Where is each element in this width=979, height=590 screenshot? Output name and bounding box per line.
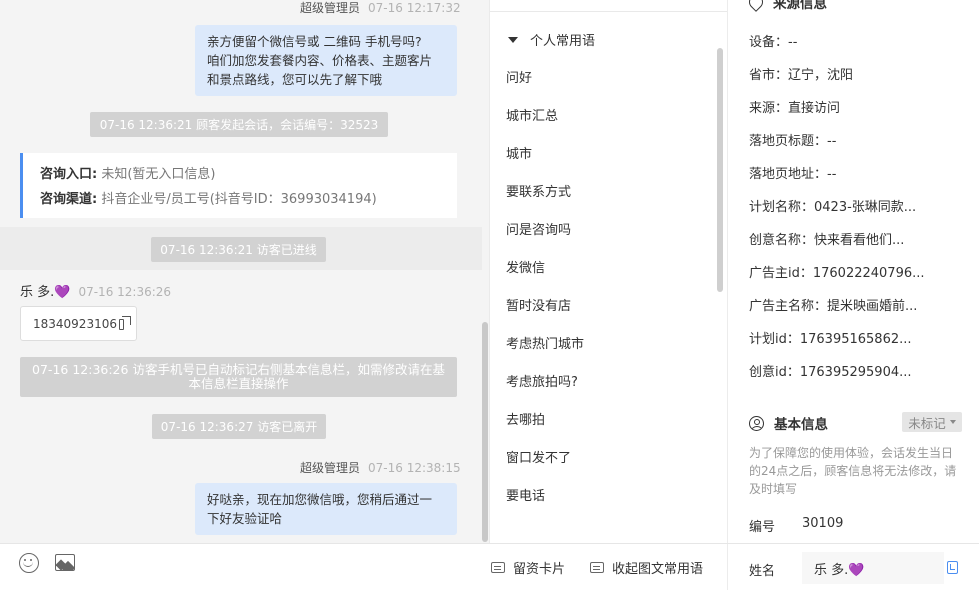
source-row: 广告主id：176022240796... <box>749 266 925 281</box>
phrase-item[interactable]: 问好 <box>506 67 532 86</box>
consult-channel: 咨询渠道: 抖音企业号/员工号(抖音号ID：36993034194) <box>40 192 377 207</box>
system-notice-band: 07-16 12:36:21 访客已进线 <box>0 227 482 270</box>
button-label: 留资卡片 <box>513 562 566 577</box>
phrase-item[interactable]: 暂时没有店 <box>506 295 571 314</box>
basic-info-header: 基本信息 <box>749 413 828 433</box>
image-icon[interactable] <box>55 554 75 571</box>
name-label: 姓名 <box>749 564 776 579</box>
source-row: 省市：辽宁，沈阳 <box>749 68 854 83</box>
phrase-item[interactable]: 考虑热门城市 <box>506 333 584 352</box>
column-divider <box>727 544 728 590</box>
copy-icon[interactable] <box>118 316 132 330</box>
phrase-item[interactable]: 发微信 <box>506 257 545 276</box>
user-icon <box>749 415 764 431</box>
phrases-panel: 个人常用语 问好 城市汇总 城市 要联系方式 问是咨询吗 发微信 暂时没有店 考… <box>489 0 729 543</box>
phrase-group-title: 个人常用语 <box>530 34 596 49</box>
visitor-name: 乐 多.💜 <box>20 285 71 300</box>
agent-message-bubble: 好哒亲，现在加您微信哦，您稍后通过一 下好友验证哈 <box>195 483 457 535</box>
source-row: 落地页地址：-- <box>749 167 837 182</box>
button-label: 收起图文常用语 <box>612 562 704 577</box>
source-row: 来源：直接访问 <box>749 101 841 116</box>
consult-info-card: 咨询入口: 未知(暂无入口信息) 咨询渠道: 抖音企业号/员工号(抖音号ID：3… <box>20 153 457 218</box>
system-notice: 07-16 12:36:21 访客已进线 <box>151 237 326 262</box>
phone-message-card[interactable]: 18340923106 <box>20 306 137 341</box>
customer-info-panel: 来源信息 设备：-- 省市：辽宁，沈阳 来源：直接访问 落地页标题：-- 落地页… <box>729 0 979 543</box>
notice-line: 本信息栏直接操作 <box>188 376 289 391</box>
message-line: 好哒亲，现在加您微信哦，您稍后通过一 <box>207 492 433 507</box>
phrase-item[interactable]: 要电话 <box>506 485 545 504</box>
system-notice: 07-16 12:36:27 访客已离开 <box>152 414 326 439</box>
name-field[interactable]: 乐 多.💜 <box>802 552 944 584</box>
source-row: 创意id：176395295904... <box>749 365 912 380</box>
phrases-scrollbar[interactable] <box>717 48 723 292</box>
sender-name: 超级管理员 <box>300 461 361 475</box>
edit-notice: 为了保障您的使用体验，会话发生当日的24点之后，顾客信息将无法修改，请及时填写 <box>749 446 957 496</box>
chat-panel: 超级管理员 07-16 12:17:32 亲方便留个微信号或 二维码 手机号吗? … <box>0 0 489 590</box>
source-row: 广告主名称：提米映画婚前... <box>749 299 918 314</box>
message-meta: 乐 多.💜 07-16 12:36:26 <box>20 281 171 300</box>
edit-icon[interactable] <box>947 561 958 574</box>
source-row: 设备：-- <box>749 35 798 50</box>
collapse-phrases-button[interactable]: 收起图文常用语 <box>590 558 703 577</box>
message-icon <box>590 562 604 573</box>
notice-line: 07-16 12:36:26 访客手机号已自动标记右侧基本信息栏，如需修改请在基 <box>32 362 445 377</box>
phrase-item[interactable]: 去哪拍 <box>506 409 545 428</box>
system-notice: 07-16 12:36:21 顾客发起会话，会话编号：32523 <box>90 112 388 137</box>
consult-entry: 咨询入口: 未知(暂无入口信息) <box>40 167 216 182</box>
column-divider <box>727 0 728 590</box>
visitor-phone: 18340923106 <box>33 316 117 331</box>
phrase-item[interactable]: 考虑旅拍吗? <box>506 371 578 390</box>
card-icon <box>491 562 505 573</box>
message-line: 下好友验证哈 <box>207 511 283 526</box>
phrase-group-header[interactable]: 个人常用语 <box>508 30 595 49</box>
source-row: 落地页标题：-- <box>749 134 837 149</box>
source-row: 计划名称：0423-张琳同款... <box>749 200 917 215</box>
chat-scrollbar[interactable] <box>482 322 488 542</box>
lead-card-button[interactable]: 留资卡片 <box>491 558 565 577</box>
phrase-item[interactable]: 问是咨询吗 <box>506 219 571 238</box>
source-info-header: 来源信息 <box>746 0 827 12</box>
id-value: 30109 <box>802 516 844 531</box>
divider <box>490 11 728 12</box>
tag-value: 未标记 <box>908 415 946 431</box>
section-title: 基本信息 <box>774 417 828 433</box>
message-time: 07-16 12:36:26 <box>78 285 172 299</box>
message-line: 咱们加您发套餐内容、价格表、主题客片 <box>207 53 433 68</box>
phrase-item[interactable]: 城市 <box>506 143 532 162</box>
phrase-item[interactable]: 城市汇总 <box>506 105 558 124</box>
chevron-down-icon <box>949 420 956 424</box>
caret-down-icon <box>508 36 518 43</box>
location-icon <box>746 0 766 12</box>
chat-message-list[interactable]: 超级管理员 07-16 12:17:32 亲方便留个微信号或 二维码 手机号吗? … <box>0 0 489 543</box>
message-time: 07-16 12:17:32 <box>368 1 461 15</box>
phrase-item[interactable]: 要联系方式 <box>506 181 571 200</box>
source-row: 计划id：176395165862... <box>749 332 912 347</box>
message-line: 和景点路线，您可以先了解下哦 <box>207 72 383 87</box>
message-meta: 超级管理员 07-16 12:38:15 <box>300 459 461 476</box>
name-value: 乐 多.💜 <box>814 562 865 578</box>
message-time: 07-16 12:38:15 <box>368 461 461 475</box>
system-notice-wide: 07-16 12:36:26 访客手机号已自动标记右侧基本信息栏，如需修改请在基… <box>20 357 457 397</box>
section-title: 来源信息 <box>773 0 827 12</box>
message-line: 亲方便留个微信号或 二维码 手机号吗? <box>207 34 422 49</box>
agent-message-bubble: 亲方便留个微信号或 二维码 手机号吗? 咱们加您发套餐内容、价格表、主题客片 和… <box>195 25 457 96</box>
id-label: 编号 <box>749 520 776 535</box>
sender-name: 超级管理员 <box>300 1 361 15</box>
phrase-item[interactable]: 窗口发不了 <box>506 447 571 466</box>
source-row: 创意名称：快来看看他们... <box>749 233 905 248</box>
message-meta: 超级管理员 07-16 12:17:32 <box>300 0 461 16</box>
tag-dropdown[interactable]: 未标记 <box>902 412 962 432</box>
emoji-icon[interactable] <box>19 553 39 573</box>
